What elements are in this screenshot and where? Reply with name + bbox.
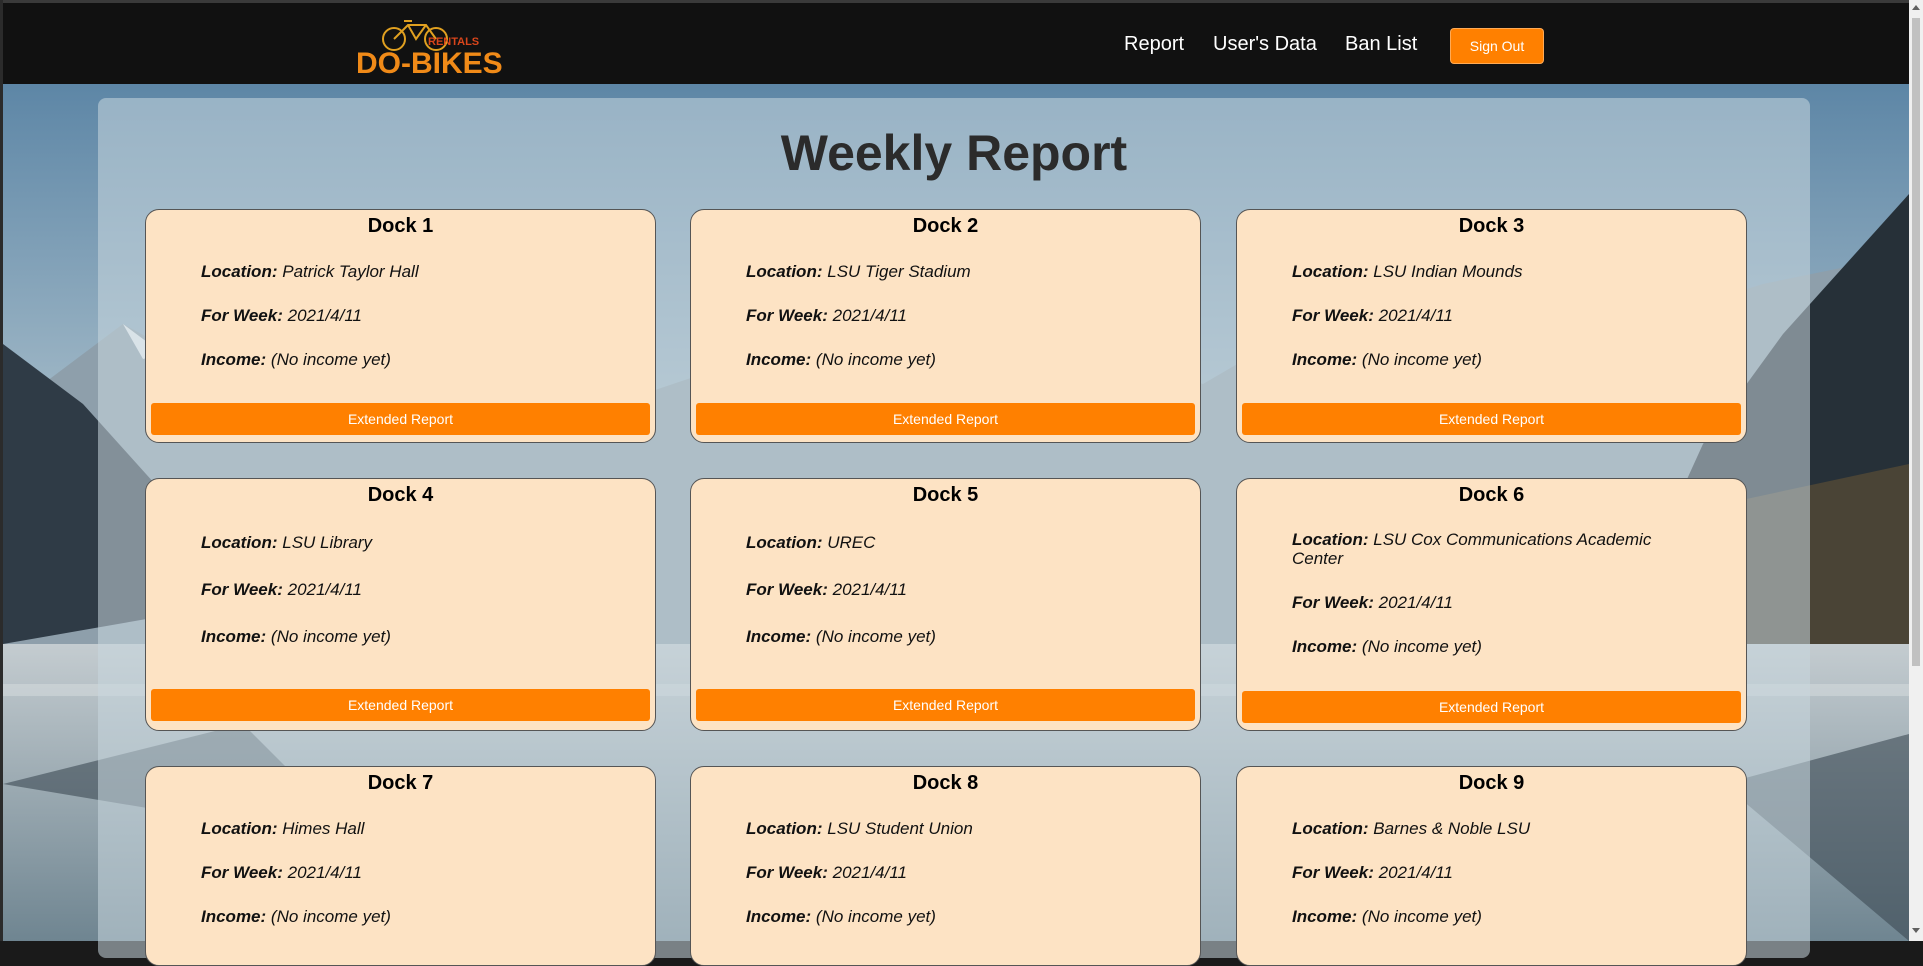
income-field: Income: (No income yet) [1292,907,1482,926]
week-field: For Week: 2021/4/11 [201,863,362,882]
extended-report-button[interactable]: Extended Report [1242,403,1741,435]
top-navbar: RENTALS DO-BIKES Report User's Data Ban … [3,3,1909,84]
extended-report-button[interactable]: Extended Report [151,689,650,721]
dock-title: Dock 1 [367,215,434,237]
dock-card-5: Dock 5 Location: UREC For Week: 2021/4/1… [690,478,1201,731]
logo-text: DO-BIKES [356,47,503,75]
extended-report-button[interactable]: Extended Report [1242,691,1741,723]
income-field: Income: (No income yet) [201,907,391,926]
dock-title: Dock 2 [912,215,979,237]
nav-ban-list[interactable]: Ban List [1345,33,1417,56]
do-bikes-logo[interactable]: RENTALS DO-BIKES [356,19,506,75]
week-field: For Week: 2021/4/11 [201,306,362,325]
dock-title: Dock 3 [1458,215,1525,237]
dock-title: Dock 8 [912,772,979,794]
location-field: Location: Himes Hall [201,819,365,838]
week-field: For Week: 2021/4/11 [746,306,907,325]
income-field: Income: (No income yet) [1292,637,1482,656]
scroll-up-arrow-icon[interactable] [1912,5,1920,10]
location-field: Location: LSU Tiger Stadium [746,262,971,281]
window-left-edge [0,0,3,941]
nav-report[interactable]: Report [1124,33,1184,56]
dock-card-9: Dock 9 Location: Barnes & Noble LSU For … [1236,766,1747,966]
dock-card-6: Dock 6 Location: LSU Cox Communications … [1236,478,1747,731]
dock-card-4: Dock 4 Location: LSU Library For Week: 2… [145,478,656,731]
location-field: Location: LSU Cox Communications Academi… [1292,530,1652,568]
vertical-scrollbar[interactable] [1909,0,1923,941]
week-field: For Week: 2021/4/11 [1292,306,1453,325]
income-field: Income: (No income yet) [1292,350,1482,369]
week-field: For Week: 2021/4/11 [746,863,907,882]
income-field: Income: (No income yet) [746,350,936,369]
location-field: Location: LSU Student Union [746,819,973,838]
dock-title: Dock 9 [1458,772,1525,794]
dock-card-1: Dock 1 Location: Patrick Taylor Hall For… [145,209,656,443]
income-field: Income: (No income yet) [201,350,391,369]
sign-out-button[interactable]: Sign Out [1450,28,1544,64]
dock-title: Dock 7 [367,772,434,794]
dock-title: Dock 4 [367,484,434,506]
dock-title: Dock 5 [912,484,979,506]
extended-report-button[interactable]: Extended Report [696,403,1195,435]
income-field: Income: (No income yet) [746,907,936,926]
scroll-down-arrow-icon[interactable] [1912,928,1920,933]
extended-report-button[interactable]: Extended Report [696,689,1195,721]
location-field: Location: UREC [746,533,876,552]
dock-card-2: Dock 2 Location: LSU Tiger Stadium For W… [690,209,1201,443]
dock-card-8: Dock 8 Location: LSU Student Union For W… [690,766,1201,966]
income-field: Income: (No income yet) [746,627,936,646]
page-title: Weekly Report [780,125,1128,181]
dock-card-7: Dock 7 Location: Himes Hall For Week: 20… [145,766,656,966]
report-panel: Weekly Report Dock 1 Location: Patrick T… [98,98,1810,966]
week-field: For Week: 2021/4/11 [201,580,362,599]
scrollbar-thumb[interactable] [1912,18,1920,666]
dock-card-3: Dock 3 Location: LSU Indian Mounds For W… [1236,209,1747,443]
income-field: Income: (No income yet) [201,627,391,646]
dock-title: Dock 6 [1458,484,1525,506]
extended-report-button[interactable]: Extended Report [151,403,650,435]
week-field: For Week: 2021/4/11 [746,580,907,599]
location-field: Location: Patrick Taylor Hall [201,262,419,281]
location-field: Location: LSU Library [201,533,372,552]
location-field: Location: Barnes & Noble LSU [1292,819,1531,838]
nav-users-data[interactable]: User's Data [1213,33,1317,56]
week-field: For Week: 2021/4/11 [1292,863,1453,882]
location-field: Location: LSU Indian Mounds [1292,262,1523,281]
week-field: For Week: 2021/4/11 [1292,593,1453,612]
